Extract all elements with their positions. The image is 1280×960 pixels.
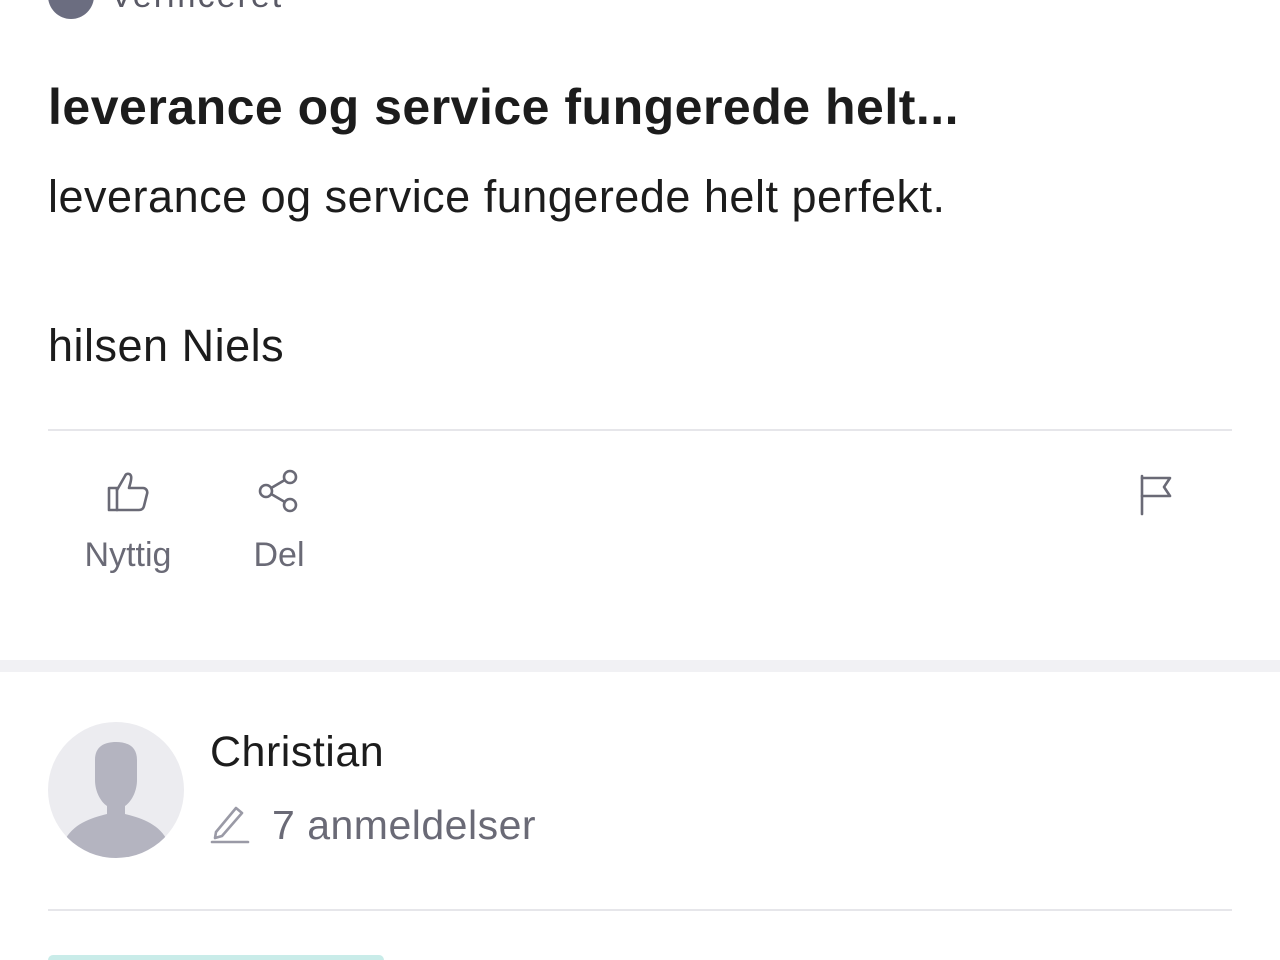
- review-body: leverance og service fungerede helt perf…: [48, 168, 1228, 374]
- review-body-line: leverance og service fungerede helt perf…: [48, 171, 946, 222]
- reviewer-name[interactable]: Christian: [210, 728, 384, 777]
- pencil-icon: [210, 802, 250, 849]
- review-count-row: 7 anmeldelser: [210, 802, 536, 849]
- review-title: leverance og service fungerede helt...: [48, 79, 960, 135]
- review-count: 7 anmeldelser: [272, 802, 537, 848]
- share-label: Del: [253, 536, 305, 574]
- divider: [48, 429, 1232, 431]
- verified-label: Verificeret: [110, 0, 283, 16]
- useful-label: Nyttig: [84, 536, 172, 574]
- review-page: Verificeret leverance og service fungere…: [0, 0, 1280, 960]
- thumbs-up-icon: [105, 468, 151, 514]
- rating-bar-partial: [48, 955, 384, 960]
- person-silhouette-icon: [48, 742, 184, 858]
- verified-badge: Verificeret: [48, 0, 283, 19]
- flag-icon: [1134, 474, 1180, 522]
- avatar[interactable]: [48, 722, 184, 858]
- review-body-signature: hilsen Niels: [48, 320, 285, 371]
- useful-button[interactable]: Nyttig: [80, 468, 176, 575]
- report-button[interactable]: [1134, 472, 1180, 518]
- share-icon: [256, 468, 302, 514]
- share-button[interactable]: Del: [246, 468, 312, 575]
- divider: [48, 909, 1232, 911]
- verified-icon: [48, 0, 94, 19]
- section-separator: [0, 660, 1280, 672]
